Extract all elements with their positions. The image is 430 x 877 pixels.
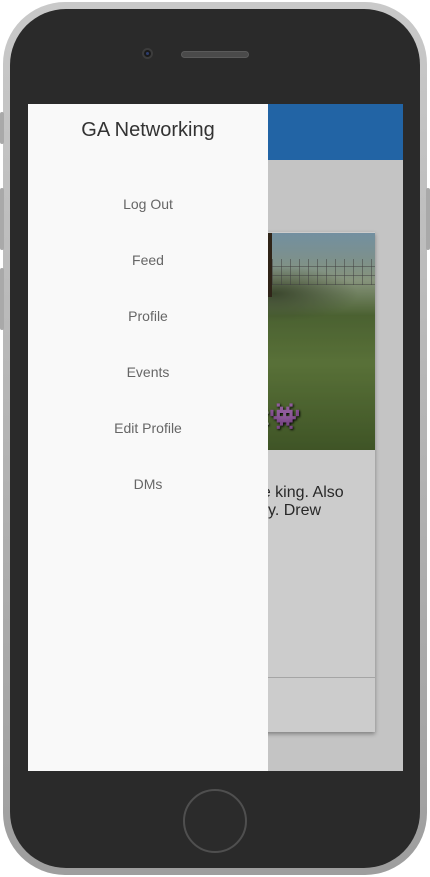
front-camera xyxy=(142,48,153,59)
menu-item-feed[interactable]: Feed xyxy=(28,240,268,296)
mute-switch xyxy=(0,112,4,144)
side-drawer: GA Networking Log Out Feed Profile Event… xyxy=(28,104,268,771)
volume-down-button xyxy=(0,268,4,330)
power-button xyxy=(426,188,430,250)
menu-item-dms[interactable]: DMs xyxy=(28,464,268,520)
volume-up-button xyxy=(0,188,4,250)
earpiece-speaker xyxy=(181,51,249,58)
drawer-menu: Log Out Feed Profile Events Edit Profile… xyxy=(28,184,268,520)
home-button[interactable] xyxy=(183,789,247,853)
drawer-title: GA Networking xyxy=(81,119,215,141)
phone-screen: e rt👾 you see me king. Also Drewdrew, y.… xyxy=(28,104,403,771)
menu-item-log-out[interactable]: Log Out xyxy=(28,184,268,240)
menu-item-edit-profile[interactable]: Edit Profile xyxy=(28,408,268,464)
menu-item-profile[interactable]: Profile xyxy=(28,296,268,352)
menu-item-events[interactable]: Events xyxy=(28,352,268,408)
